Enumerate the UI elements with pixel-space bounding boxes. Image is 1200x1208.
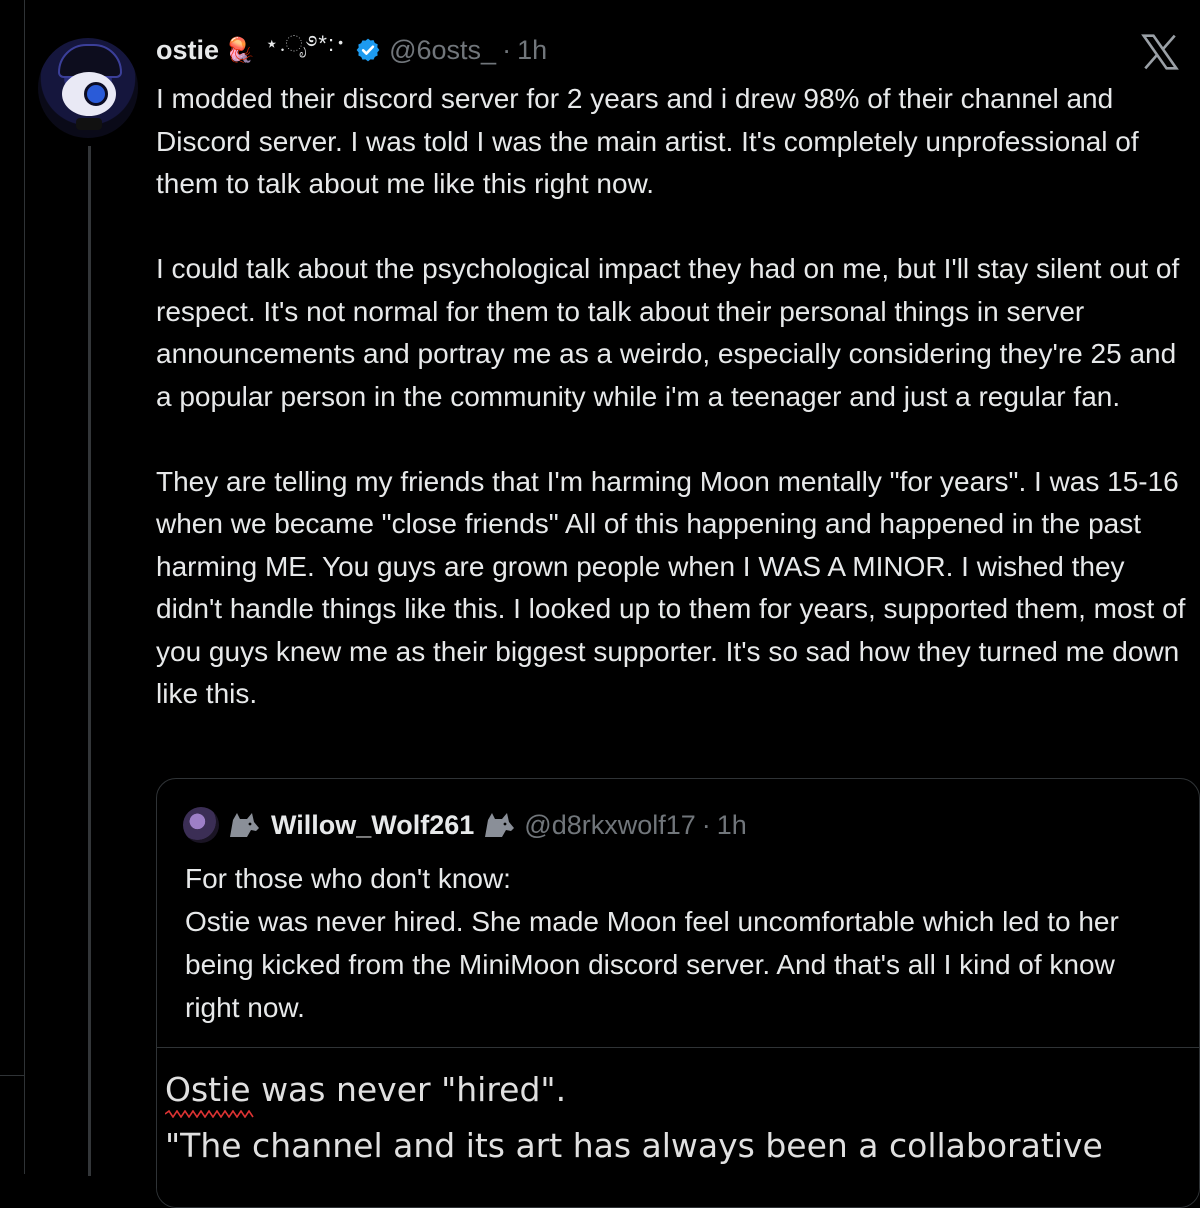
tweet-text: I modded their discord server for 2 year… [156,78,1196,716]
jellyfish-emoji: 🪼 [225,36,255,64]
quoted-tweet[interactable]: Willow_Wolf261 @d8rkxwolf17 · 1h For tho… [156,778,1200,1208]
quoted-line: Ostie was never hired. She made Moon fee… [185,906,1119,1023]
name-decoration: ⋆.ೃ࿔*:･ [264,31,348,56]
quoted-tweet-header: Willow_Wolf261 @d8rkxwolf17 · 1h [183,807,747,843]
thread-line [88,146,91,1176]
quoted-tweet-image[interactable]: Ostie was never "hired". "The channel an… [157,1047,1199,1207]
quoted-tweet-text: For those who don't know: Ostie was neve… [185,857,1175,1029]
quoted-line: For those who don't know: [185,863,511,894]
tweet-paragraph: I modded their discord server for 2 year… [156,83,1139,199]
tweet-paragraph: I could talk about the psychological imp… [156,253,1180,412]
left-column-rule [0,1075,24,1076]
author-name[interactable]: ostie [156,35,219,66]
wolf-icon [230,813,259,837]
x-logo-icon [1141,34,1179,70]
tweet-paragraph: They are telling my friends that I'm har… [156,465,1186,710]
quoted-author-handle[interactable]: @d8rkxwolf17 [524,810,695,841]
author-avatar[interactable] [38,38,138,138]
quoted-author-name[interactable]: Willow_Wolf261 [271,810,474,841]
quoted-author-avatar[interactable] [183,807,219,843]
tweet-time[interactable]: 1h [517,35,547,66]
verified-badge-icon[interactable] [355,37,381,63]
spellcheck-underline [165,1110,254,1118]
tweet-header: ostie 🪼 ⋆.ೃ࿔*:･ @6osts_ · 1h [156,30,547,70]
quoted-tweet-time[interactable]: 1h [717,810,747,841]
image-text-line: "The channel and its art has always been… [165,1126,1103,1165]
avatar-bowtie [76,118,102,130]
left-column-divider [0,0,25,1174]
author-handle[interactable]: @6osts_ [389,35,496,66]
wolf-icon [485,813,515,837]
time-separator: · [502,34,512,65]
quoted-time-separator: · [701,809,711,840]
avatar-eye [84,82,108,106]
image-text-line: Ostie was never "hired". [165,1070,567,1109]
